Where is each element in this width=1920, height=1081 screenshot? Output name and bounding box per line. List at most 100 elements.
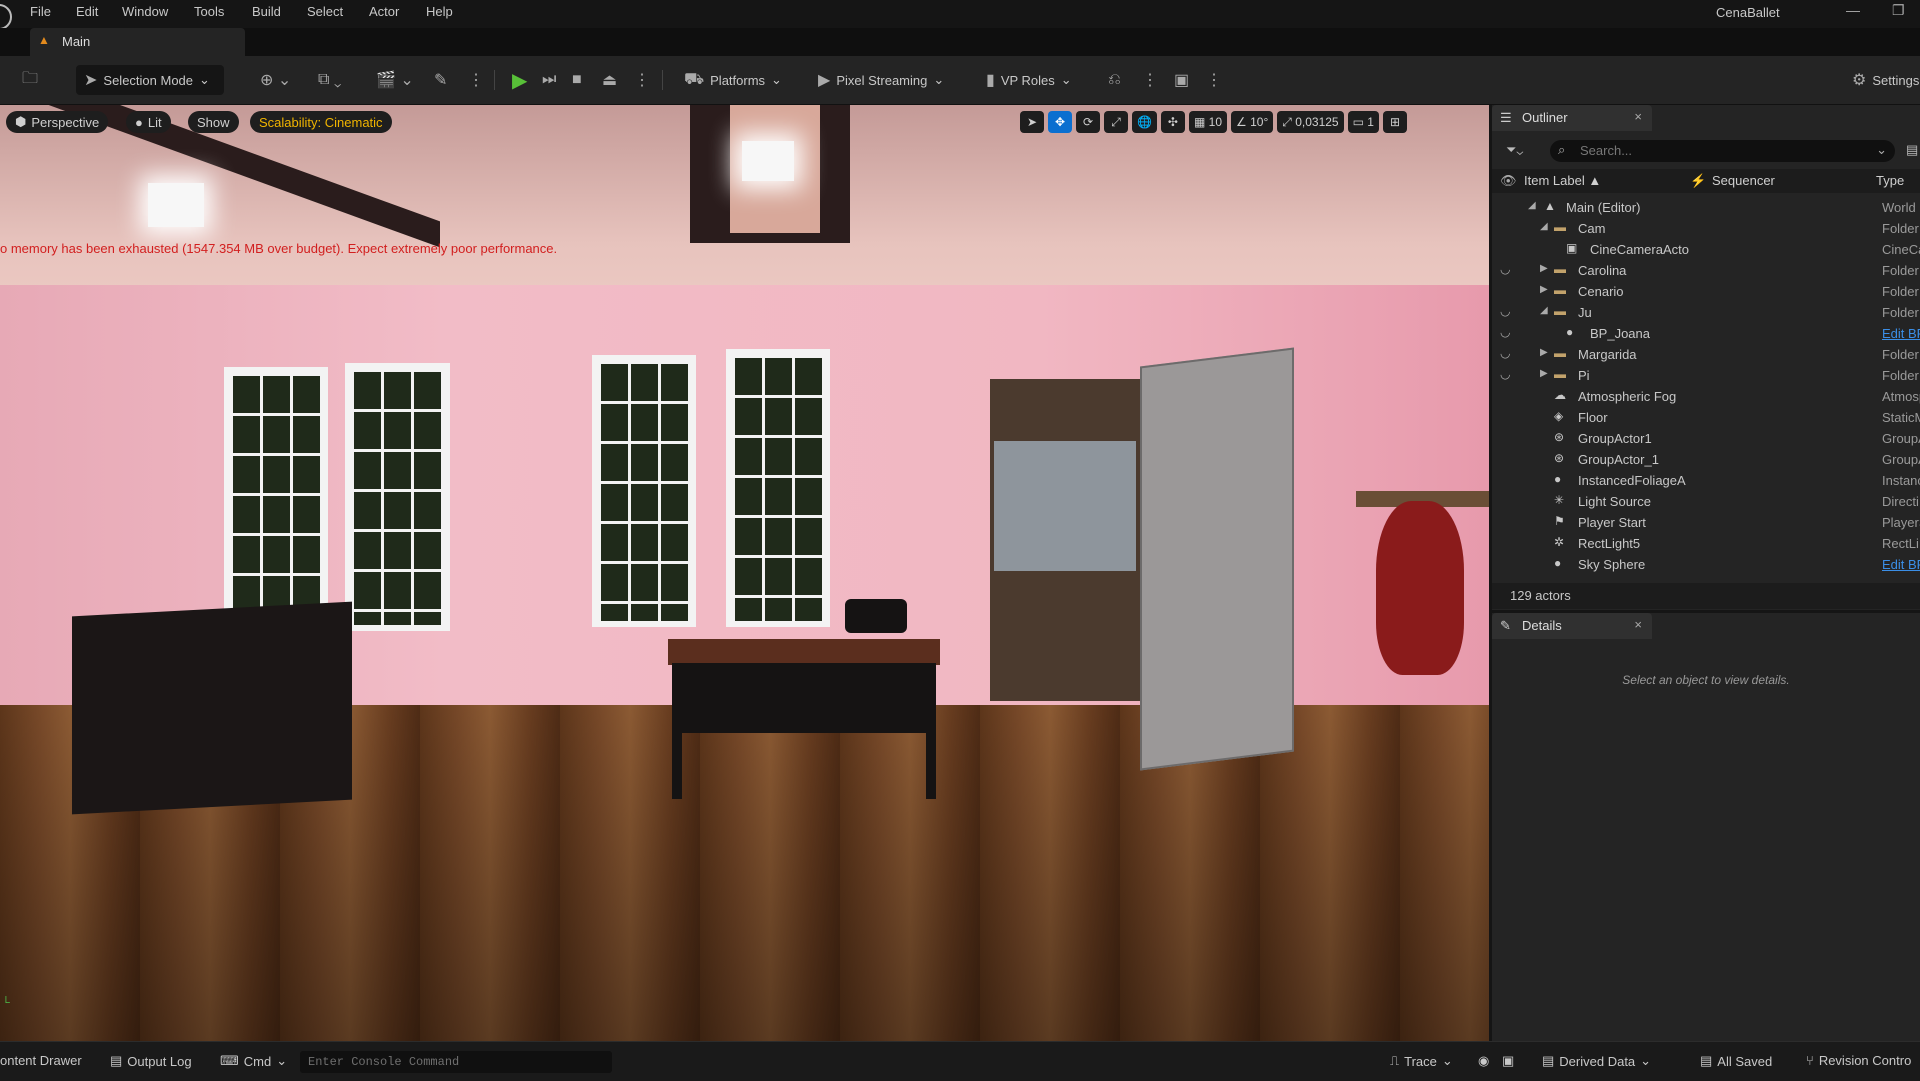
- outliner-row[interactable]: ◢ ▲ Main (Editor) World: [1492, 197, 1920, 218]
- expand-triangle-icon[interactable]: ▶: [1540, 368, 1548, 379]
- derived-data-dropdown[interactable]: ▤ Derived Data ⌄: [1542, 1053, 1651, 1069]
- outliner-row[interactable]: ⊛ GroupActor_1 GroupA: [1492, 449, 1920, 470]
- outliner-row[interactable]: ✲ RectLight5 RectLi: [1492, 533, 1920, 554]
- play-options-icon[interactable]: ⋮: [634, 65, 650, 95]
- perspective-button[interactable]: ⬢ Perspective: [6, 111, 109, 133]
- more-options-icon[interactable]: ⋮: [1206, 65, 1222, 95]
- outliner-row[interactable]: ⊛ GroupActor1 GroupA: [1492, 428, 1920, 449]
- menu-file[interactable]: File: [30, 4, 51, 19]
- pixel-streaming-dropdown[interactable]: ▶ Pixel Streaming ⌄: [818, 65, 944, 95]
- close-icon[interactable]: ×: [1634, 109, 1642, 124]
- show-button[interactable]: Show: [188, 111, 239, 133]
- menu-actor[interactable]: Actor: [369, 4, 399, 19]
- trace-dropdown[interactable]: ⎍ Trace ⌄: [1390, 1053, 1453, 1069]
- minimize-icon[interactable]: —: [1846, 2, 1860, 18]
- more-options-icon[interactable]: ⋮: [468, 65, 484, 95]
- console-command-input[interactable]: Enter Console Command: [300, 1051, 612, 1073]
- visibility-eye-icon[interactable]: ◡: [1500, 346, 1510, 360]
- menu-edit[interactable]: Edit: [76, 4, 98, 19]
- outliner-row[interactable]: ☁ Atmospheric Fog Atmosp: [1492, 386, 1920, 407]
- vp-roles-dropdown[interactable]: ▮ VP Roles ⌄: [986, 65, 1072, 95]
- settings-button[interactable]: ⚙ Settings: [1852, 65, 1919, 95]
- outliner-row[interactable]: ◡ ▶ ▬ Carolina Folder: [1492, 260, 1920, 281]
- edit-blueprint-link[interactable]: Edit BP: [1882, 557, 1920, 572]
- cmd-dropdown[interactable]: ⌨ Cmd ⌄: [220, 1053, 287, 1069]
- visibility-eye-icon[interactable]: ◡: [1500, 367, 1510, 381]
- viewport-layout-icon[interactable]: ⊞: [1382, 111, 1407, 133]
- platforms-dropdown[interactable]: ⛟ Platforms ⌄: [684, 65, 782, 95]
- outliner-row[interactable]: ● Sky Sphere Edit BP: [1492, 554, 1920, 575]
- collapse-triangle-icon[interactable]: ◢: [1540, 305, 1548, 316]
- add-folder-icon[interactable]: ▤: [1906, 142, 1918, 158]
- level-tab-main[interactable]: ▲ Main: [30, 28, 245, 56]
- outliner-search-input[interactable]: ⌕ Search... ⌄: [1550, 140, 1895, 162]
- menu-select[interactable]: Select: [307, 4, 343, 19]
- rotate-tool-icon[interactable]: ⟳: [1076, 111, 1100, 133]
- menu-window[interactable]: Window: [122, 4, 168, 19]
- outliner-row[interactable]: ▣ CineCameraActo CineCa: [1492, 239, 1920, 260]
- advance-frame-icon[interactable]: ⏭: [542, 65, 556, 95]
- outliner-row[interactable]: ✳ Light Source Directi: [1492, 491, 1920, 512]
- edit-blueprint-link[interactable]: Edit BP: [1882, 326, 1920, 341]
- expand-triangle-icon[interactable]: ▶: [1540, 347, 1548, 358]
- selection-mode-dropdown[interactable]: ➤ Selection Mode ⌄: [76, 65, 224, 95]
- expand-triangle-icon[interactable]: ▶: [1540, 263, 1548, 274]
- type-column[interactable]: Type: [1876, 173, 1904, 188]
- restore-icon[interactable]: ❐: [1892, 2, 1905, 19]
- cinematics-icon[interactable]: 🎬 ⌄: [376, 65, 414, 95]
- outliner-row[interactable]: ◡ ▶ ▬ Margarida Folder: [1492, 344, 1920, 365]
- scale-snap-button[interactable]: ⤢ 0,03125: [1277, 111, 1344, 133]
- blueprint-icon[interactable]: ⧉ ⌄: [318, 65, 341, 95]
- camera-speed-button[interactable]: ▭ 1: [1347, 111, 1379, 133]
- content-drawer-button[interactable]: ontent Drawer: [0, 1053, 82, 1068]
- menu-tools[interactable]: Tools: [194, 4, 224, 19]
- filter-icon[interactable]: ⏷⌄: [1506, 142, 1523, 158]
- menu-build[interactable]: Build: [252, 4, 281, 19]
- close-icon[interactable]: ×: [1634, 617, 1642, 632]
- outliner-row[interactable]: ⚑ Player Start PlayerS: [1492, 512, 1920, 533]
- expand-triangle-icon[interactable]: ▶: [1540, 284, 1548, 295]
- scale-tool-icon[interactable]: ⤢: [1104, 111, 1128, 133]
- stop-icon[interactable]: ■: [572, 65, 582, 95]
- all-saved-button[interactable]: ▤ All Saved: [1700, 1053, 1772, 1069]
- sequencer-column[interactable]: Sequencer: [1712, 173, 1775, 188]
- item-label-column[interactable]: Item Label ▲: [1524, 173, 1601, 188]
- outliner-row[interactable]: ◡ ● BP_Joana Edit BP: [1492, 323, 1920, 344]
- lit-button[interactable]: ● Lit: [126, 111, 171, 133]
- outliner-row[interactable]: ▶ ▬ Cenario Folder: [1492, 281, 1920, 302]
- play-icon[interactable]: ▶: [512, 65, 527, 95]
- scalability-warning-button[interactable]: Scalability: Cinematic: [250, 111, 392, 133]
- outliner-row[interactable]: ◡ ▶ ▬ Pi Folder: [1492, 365, 1920, 386]
- outliner-tab[interactable]: ☰ Outliner ×: [1492, 105, 1652, 131]
- menu-help[interactable]: Help: [426, 4, 453, 19]
- collapse-triangle-icon[interactable]: ◢: [1540, 221, 1548, 232]
- rotation-snap-button[interactable]: ∠ 10°: [1231, 111, 1274, 133]
- eject-icon[interactable]: ⏏: [602, 65, 617, 95]
- record-icon[interactable]: ◉: [1478, 1053, 1489, 1069]
- translate-tool-icon[interactable]: ✥: [1048, 111, 1072, 133]
- visibility-eye-icon[interactable]: ◡: [1500, 262, 1510, 276]
- revision-control-button[interactable]: ⑂ Revision Contro: [1806, 1053, 1911, 1068]
- collapse-triangle-icon[interactable]: ◢: [1528, 200, 1536, 211]
- visibility-eye-icon[interactable]: ◡: [1500, 325, 1510, 339]
- outliner-row[interactable]: ◈ Floor StaticM: [1492, 407, 1920, 428]
- screenshot-icon[interactable]: ▣: [1502, 1053, 1514, 1069]
- details-tab[interactable]: ✎ Details ×: [1492, 613, 1652, 639]
- grid-snap-button[interactable]: ▦ 10: [1188, 111, 1227, 133]
- outliner-row[interactable]: ◢ ▬ Cam Folder: [1492, 218, 1920, 239]
- output-log-button[interactable]: ▤ Output Log: [110, 1053, 192, 1069]
- outliner-row[interactable]: ◡ ◢ ▬ Ju Folder: [1492, 302, 1920, 323]
- visibility-eye-icon[interactable]: ◡: [1500, 304, 1510, 318]
- more-options-icon[interactable]: ⋮: [1142, 65, 1158, 95]
- dock-icon[interactable]: ▣: [1174, 65, 1189, 95]
- modes-icon[interactable]: ✎: [434, 65, 447, 95]
- select-tool-icon[interactable]: ➤: [1020, 111, 1044, 133]
- save-icon[interactable]: 🗀: [22, 65, 38, 95]
- surface-snap-icon[interactable]: ✣: [1160, 111, 1185, 133]
- world-space-icon[interactable]: 🌐: [1132, 111, 1157, 133]
- outliner-row[interactable]: ● InstancedFoliageA Instanc: [1492, 470, 1920, 491]
- add-actor-icon[interactable]: ⊕ ⌄: [260, 65, 291, 95]
- unreal-logo-icon[interactable]: [0, 4, 12, 30]
- level-viewport[interactable]: ⬢ Perspective ● Lit Show Scalability: Ci…: [0, 105, 1489, 1041]
- source-control-icon[interactable]: ⎌: [1108, 65, 1121, 95]
